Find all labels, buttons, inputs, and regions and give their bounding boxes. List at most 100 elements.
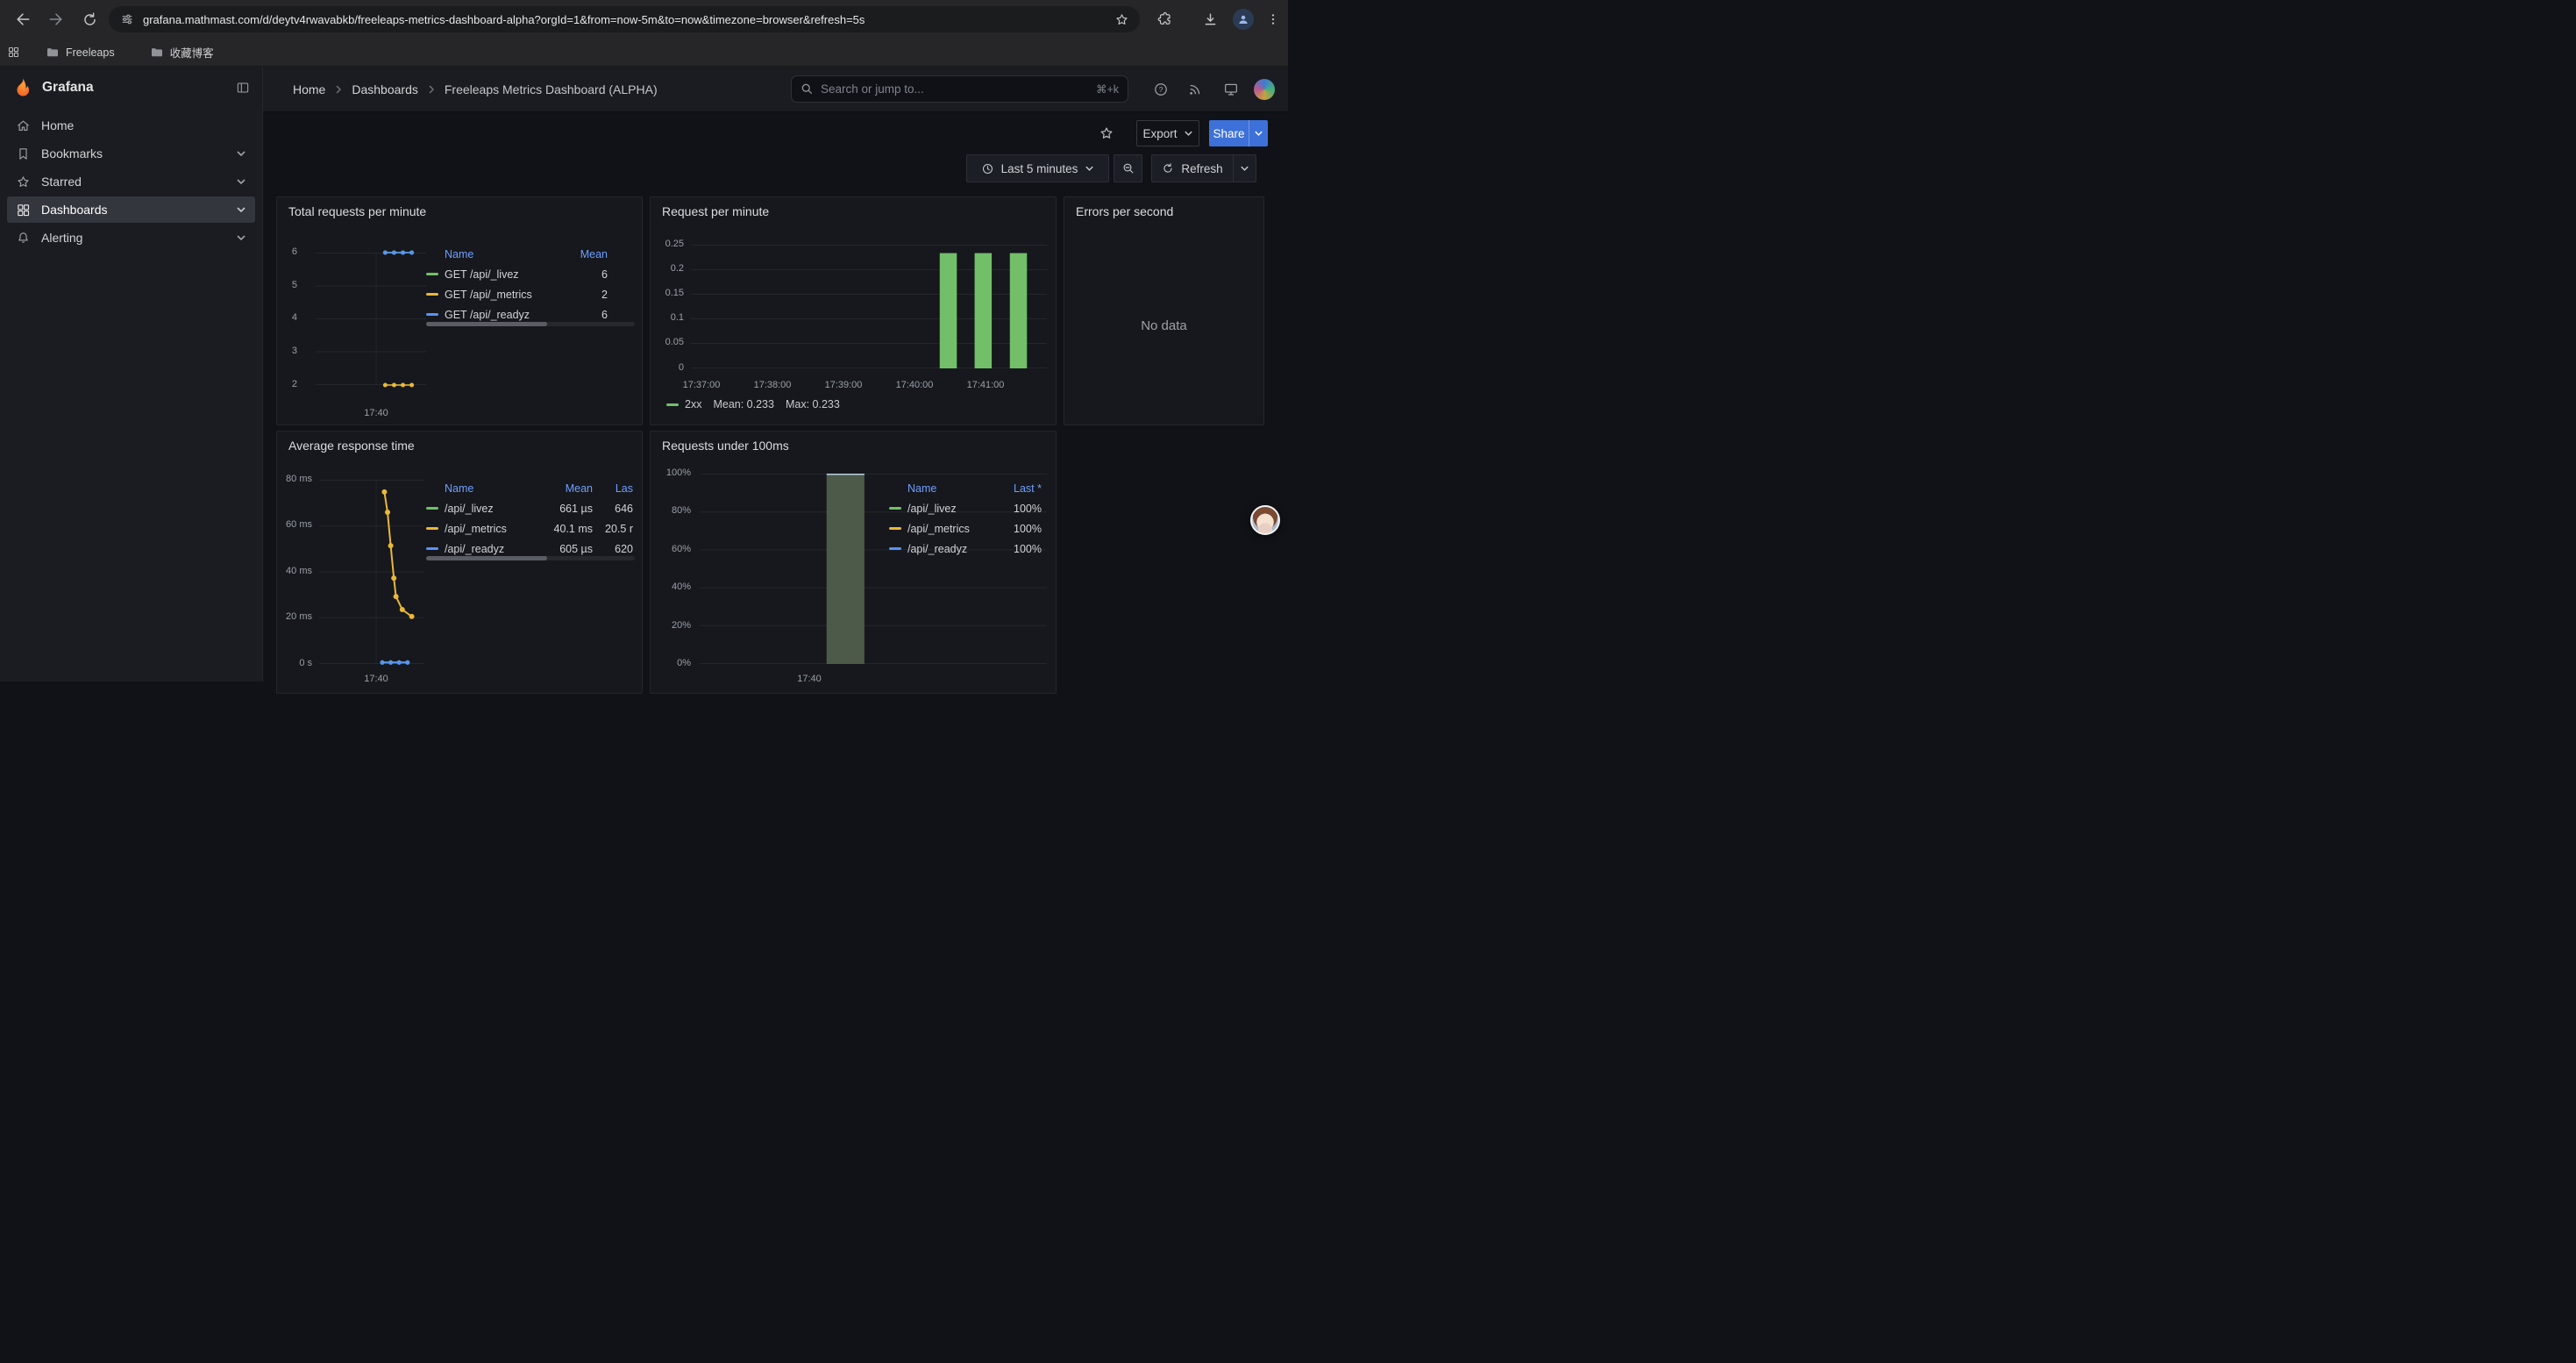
forward-button[interactable]	[42, 5, 70, 33]
bookmark-star-icon[interactable]	[1114, 12, 1129, 27]
reload-icon	[82, 11, 98, 28]
chevron-down-icon	[1254, 130, 1263, 137]
legend-header-name[interactable]: Name	[907, 482, 1000, 495]
grafana-logo[interactable]	[12, 77, 33, 98]
refresh-interval-button[interactable]	[1234, 154, 1256, 182]
chevron-right-icon	[334, 84, 343, 95]
profile-button[interactable]	[1229, 5, 1257, 33]
avg-response-chart[interactable]	[319, 480, 424, 664]
panel-title[interactable]: Errors per second	[1076, 204, 1173, 218]
panel-errors-per-second[interactable]: Errors per second No data	[1064, 196, 1264, 425]
news-button[interactable]	[1185, 79, 1206, 100]
series-name[interactable]: /api/_metrics	[445, 523, 540, 535]
panel-title[interactable]: Average response time	[288, 439, 415, 453]
legend-row[interactable]: /api/_livez 661 µs 646	[426, 498, 633, 518]
time-range-picker[interactable]: Last 5 minutes	[966, 154, 1109, 182]
extensions-button[interactable]	[1150, 5, 1178, 33]
scrollbar-thumb[interactable]	[426, 556, 547, 560]
sidebar-item-home[interactable]: Home	[7, 112, 255, 139]
url-bar[interactable]: grafana.mathmast.com/d/deytv4rwavabkb/fr…	[109, 6, 1140, 32]
series-name[interactable]: GET /api/_readyz	[445, 309, 566, 321]
legend-header-last[interactable]: Last *	[1000, 482, 1042, 495]
request-per-minute-chart[interactable]	[691, 245, 1047, 368]
legend-row[interactable]: /api/_metrics 40.1 ms 20.5 r	[426, 518, 633, 539]
series-name[interactable]: /api/_livez	[445, 503, 540, 515]
series-swatch	[426, 273, 438, 275]
chevron-down-icon[interactable]	[236, 150, 246, 157]
legend-row[interactable]: /api/_metrics 100%	[889, 518, 1042, 539]
site-settings-icon[interactable]	[120, 12, 134, 26]
bookmark-item[interactable]: 收藏博客	[143, 40, 221, 64]
legend-row[interactable]: /api/_livez 100%	[889, 498, 1042, 518]
series-name[interactable]: /api/_metrics	[907, 523, 1000, 535]
series-name[interactable]: GET /api/_livez	[445, 268, 566, 281]
legend-header-last[interactable]: Las	[593, 482, 633, 495]
legend-header-name[interactable]: Name	[445, 248, 566, 260]
panel-request-per-minute[interactable]: Request per minute 0.25 0.2 0.15 0.1 0.0…	[650, 196, 1057, 425]
scrollbar-thumb[interactable]	[426, 322, 547, 326]
zoom-out-button[interactable]	[1114, 154, 1142, 182]
total-requests-chart[interactable]	[316, 253, 426, 385]
sidebar-item-dashboards[interactable]: Dashboards	[7, 196, 255, 223]
series-name[interactable]: GET /api/_metrics	[445, 289, 566, 301]
panel-title[interactable]: Requests under 100ms	[662, 439, 789, 453]
bookmark-item[interactable]: Freeleaps	[39, 42, 122, 63]
share-button[interactable]: Share	[1209, 120, 1249, 146]
series-name[interactable]: 2xx	[685, 398, 701, 410]
bookmark-icon	[16, 146, 31, 161]
legend-scrollbar[interactable]	[426, 556, 635, 560]
legend-header: Name Last *	[889, 479, 1042, 498]
grafana-app: Grafana Home Bookmarks Starred Dashboard…	[0, 67, 1288, 682]
share-menu-button[interactable]	[1249, 120, 1268, 146]
breadcrumb-dashboards[interactable]: Dashboards	[352, 82, 418, 96]
refresh-button[interactable]: Refresh	[1151, 154, 1234, 182]
search-shortcut: ⌘+k	[1096, 82, 1119, 96]
panel-avg-response-time[interactable]: Average response time 80 ms 60 ms 40 ms …	[276, 431, 643, 694]
series-name[interactable]: /api/_readyz	[907, 543, 1000, 555]
person-icon	[1236, 12, 1250, 26]
panel-title[interactable]: Total requests per minute	[288, 204, 426, 218]
chevron-down-icon[interactable]	[236, 206, 246, 213]
panel-total-requests[interactable]: Total requests per minute 6 5 4 3 2 17:4…	[276, 196, 643, 425]
downloads-button[interactable]	[1196, 5, 1224, 33]
series-last: 100%	[1000, 503, 1042, 515]
reload-button[interactable]	[75, 5, 103, 33]
display-button[interactable]	[1220, 79, 1242, 100]
legend-header: Name Mean Las	[426, 479, 633, 498]
series-max: Max: 0.233	[786, 398, 840, 410]
grafana-brand[interactable]: Grafana	[42, 80, 236, 96]
search-input[interactable]: Search or jump to... ⌘+k	[791, 75, 1128, 103]
apps-grid-button[interactable]	[0, 41, 26, 64]
legend-header-name[interactable]: Name	[445, 482, 540, 495]
favorite-dashboard-button[interactable]	[1094, 121, 1119, 146]
legend-row[interactable]: /api/_readyz 100%	[889, 539, 1042, 559]
series-name[interactable]: /api/_livez	[907, 503, 1000, 515]
legend-scrollbar[interactable]	[426, 322, 635, 326]
export-button[interactable]: Export	[1136, 120, 1199, 146]
help-button[interactable]: ?	[1150, 79, 1171, 100]
refresh-label: Refresh	[1181, 162, 1222, 175]
y-tick: 80%	[651, 505, 691, 516]
search-icon	[801, 82, 814, 96]
browser-menu-button[interactable]	[1259, 5, 1287, 33]
chevron-down-icon[interactable]	[236, 178, 246, 185]
bell-icon	[16, 231, 31, 246]
breadcrumb-home[interactable]: Home	[293, 82, 325, 96]
panel-title[interactable]: Request per minute	[662, 204, 769, 218]
legend-row[interactable]: GET /api/_metrics 2	[426, 284, 608, 304]
collapse-sidebar-icon[interactable]	[236, 81, 250, 95]
chevron-down-icon[interactable]	[236, 234, 246, 241]
sidebar-item-starred[interactable]: Starred	[7, 168, 255, 195]
legend-header-mean[interactable]: Mean	[566, 248, 608, 260]
legend-header-mean[interactable]: Mean	[540, 482, 593, 495]
legend-inline[interactable]: 2xx Mean: 0.233 Max: 0.233	[666, 398, 840, 410]
url-text[interactable]: grafana.mathmast.com/d/deytv4rwavabkb/fr…	[143, 13, 1107, 26]
user-menu-button[interactable]	[1254, 79, 1275, 100]
back-button[interactable]	[9, 5, 37, 33]
assistant-avatar-widget[interactable]	[1250, 505, 1280, 535]
sidebar-item-alerting[interactable]: Alerting	[7, 225, 255, 251]
legend-row[interactable]: GET /api/_livez 6	[426, 264, 608, 284]
sidebar-item-bookmarks[interactable]: Bookmarks	[7, 140, 255, 167]
series-name[interactable]: /api/_readyz	[445, 543, 540, 555]
panel-requests-under-100ms[interactable]: Requests under 100ms 100% 80% 60% 40% 20…	[650, 431, 1057, 694]
